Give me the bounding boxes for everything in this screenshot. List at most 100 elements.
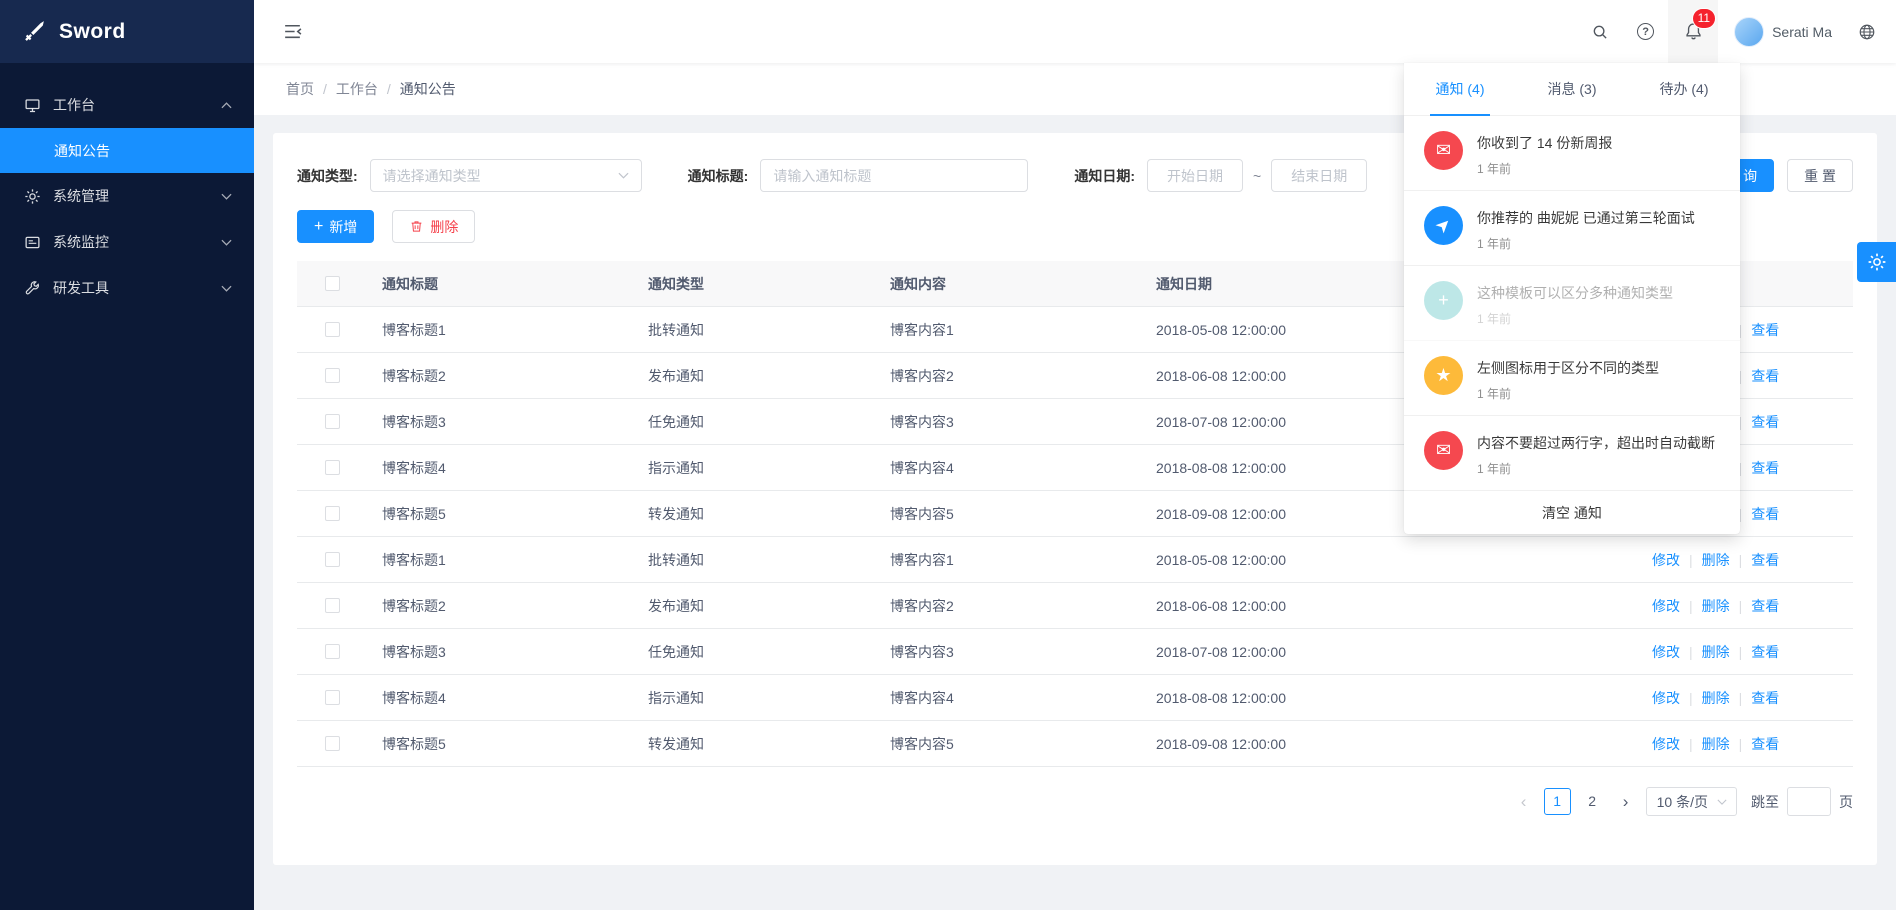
cell-content: 博客内容5: [875, 504, 1141, 524]
breadcrumb-item[interactable]: 通知公告: [400, 79, 456, 99]
action-view-link[interactable]: 查看: [1751, 506, 1779, 522]
action-delete-link[interactable]: 删除: [1702, 690, 1730, 706]
row-actions: 修改 | 删除 | 查看: [1637, 596, 1853, 616]
action-view-link[interactable]: 查看: [1751, 460, 1779, 476]
action-edit-link[interactable]: 修改: [1652, 690, 1680, 706]
row-actions: 修改 | 删除 | 查看: [1637, 550, 1853, 570]
notification-item[interactable]: ✉内容不要超过两行字，超出时自动截断1 年前: [1404, 416, 1740, 491]
row-checkbox-cell: [297, 506, 367, 521]
cell-title: 博客标题5: [367, 504, 633, 524]
action-delete-link[interactable]: 删除: [1702, 736, 1730, 752]
sidebar-subitem-notice[interactable]: 通知公告: [0, 128, 254, 173]
cell-title: 博客标题1: [367, 550, 633, 570]
pagination-prev[interactable]: ‹: [1512, 792, 1536, 812]
action-delete-link[interactable]: 删除: [1702, 644, 1730, 660]
search-icon[interactable]: [1577, 0, 1623, 63]
notification-item[interactable]: +这种模板可以区分多种通知类型1 年前: [1404, 266, 1740, 341]
breadcrumb-item[interactable]: 首页: [286, 79, 314, 99]
pagination-page-1[interactable]: 1: [1544, 788, 1571, 815]
pagination-page-2[interactable]: 2: [1579, 788, 1606, 815]
sidebar-item-system-management[interactable]: 系统管理: [0, 173, 254, 219]
sidebar-item-dev-tools[interactable]: 研发工具: [0, 265, 254, 311]
row-checkbox[interactable]: [325, 414, 340, 429]
chevron-up-icon: [221, 102, 232, 109]
notification-tab[interactable]: 消息 (3): [1516, 63, 1628, 115]
cell-content: 博客内容2: [875, 596, 1141, 616]
action-view-link[interactable]: 查看: [1751, 690, 1779, 706]
action-view-link[interactable]: 查看: [1751, 414, 1779, 430]
type-filter-select[interactable]: 请选择通知类型: [370, 159, 642, 192]
notification-body: 你推荐的 曲妮妮 已通过第三轮面试1 年前: [1477, 206, 1695, 252]
cell-type: 任免通知: [633, 412, 875, 432]
title-filter-input[interactable]: [760, 159, 1028, 192]
cell-content: 博客内容4: [875, 688, 1141, 708]
cell-content: 博客内容1: [875, 550, 1141, 570]
sidebar-item-system-monitor[interactable]: 系统监控: [0, 219, 254, 265]
page-size-select[interactable]: 10 条/页: [1646, 787, 1737, 816]
action-edit-link[interactable]: 修改: [1652, 736, 1680, 752]
row-checkbox[interactable]: [325, 736, 340, 751]
notification-tab[interactable]: 待办 (4): [1628, 63, 1740, 115]
row-checkbox[interactable]: [325, 460, 340, 475]
notification-title: 内容不要超过两行字，超出时自动截断: [1477, 433, 1715, 453]
action-view-link[interactable]: 查看: [1751, 598, 1779, 614]
row-checkbox-cell: [297, 736, 367, 751]
cell-title: 博客标题4: [367, 458, 633, 478]
action-view-link[interactable]: 查看: [1751, 736, 1779, 752]
topbar: ? 11 Serati Ma: [254, 0, 1896, 63]
notifications-button[interactable]: 11: [1668, 0, 1718, 63]
notification-item[interactable]: ★左侧图标用于区分不同的类型1 年前: [1404, 341, 1740, 416]
action-separator: |: [1689, 552, 1693, 568]
logo[interactable]: Sword: [0, 0, 254, 63]
action-edit-link[interactable]: 修改: [1652, 552, 1680, 568]
plus-icon-glyph: +: [1438, 290, 1449, 311]
table-row: 博客标题2发布通知博客内容22018-06-08 12:00:00修改|删除|查…: [297, 583, 1853, 629]
sidebar-item-workbench[interactable]: 工作台: [0, 82, 254, 128]
mail-icon: ✉: [1424, 131, 1463, 170]
action-separator: |: [1739, 644, 1743, 660]
row-checkbox[interactable]: [325, 598, 340, 613]
add-button-label: 新增: [329, 217, 357, 237]
action-edit-link[interactable]: 修改: [1652, 598, 1680, 614]
breadcrumb-item[interactable]: 工作台: [336, 79, 378, 99]
action-edit-link[interactable]: 修改: [1652, 644, 1680, 660]
pagination-next[interactable]: ›: [1614, 792, 1638, 812]
notification-tab[interactable]: 通知 (4): [1404, 63, 1516, 115]
action-view-link[interactable]: 查看: [1751, 368, 1779, 384]
action-separator: |: [1739, 598, 1743, 614]
row-checkbox[interactable]: [325, 690, 340, 705]
sidebar: Sword 工作台通知公告系统管理系统监控研发工具: [0, 0, 254, 910]
star-icon-glyph: ★: [1435, 365, 1451, 386]
action-view-link[interactable]: 查看: [1751, 552, 1779, 568]
row-checkbox[interactable]: [325, 506, 340, 521]
action-view-link[interactable]: 查看: [1751, 322, 1779, 338]
theme-settings-button[interactable]: [1857, 242, 1896, 282]
action-delete-link[interactable]: 删除: [1702, 552, 1730, 568]
add-button[interactable]: + 新增: [297, 210, 374, 243]
star-icon: ★: [1424, 356, 1463, 395]
action-separator: |: [1739, 552, 1743, 568]
language-globe-icon[interactable]: [1844, 0, 1896, 63]
reset-button[interactable]: 重 置: [1787, 159, 1853, 192]
table-row: 博客标题5转发通知博客内容52018-09-08 12:00:00修改|删除|查…: [297, 721, 1853, 767]
row-checkbox[interactable]: [325, 644, 340, 659]
date-end-input[interactable]: [1271, 159, 1367, 192]
clear-notifications-button[interactable]: 清空 通知: [1404, 491, 1740, 534]
cell-date: 2018-09-08 12:00:00: [1141, 736, 1637, 752]
menu-collapse-button[interactable]: [282, 21, 303, 42]
action-delete-link[interactable]: 删除: [1702, 598, 1730, 614]
notification-item[interactable]: ✉你收到了 14 份新周报1 年前: [1404, 116, 1740, 191]
action-view-link[interactable]: 查看: [1751, 644, 1779, 660]
page-jump-input[interactable]: [1787, 787, 1831, 816]
select-all-checkbox[interactable]: [325, 276, 340, 291]
date-start-input[interactable]: [1147, 159, 1243, 192]
notification-item[interactable]: ➤你推荐的 曲妮妮 已通过第三轮面试1 年前: [1404, 191, 1740, 266]
user-menu[interactable]: Serati Ma: [1718, 17, 1844, 47]
help-icon[interactable]: ?: [1623, 0, 1668, 63]
action-separator: |: [1689, 598, 1693, 614]
row-checkbox[interactable]: [325, 368, 340, 383]
row-checkbox[interactable]: [325, 552, 340, 567]
delete-button[interactable]: 删除: [392, 210, 475, 243]
row-checkbox[interactable]: [325, 322, 340, 337]
row-actions: 修改|删除|查看: [1637, 688, 1853, 708]
